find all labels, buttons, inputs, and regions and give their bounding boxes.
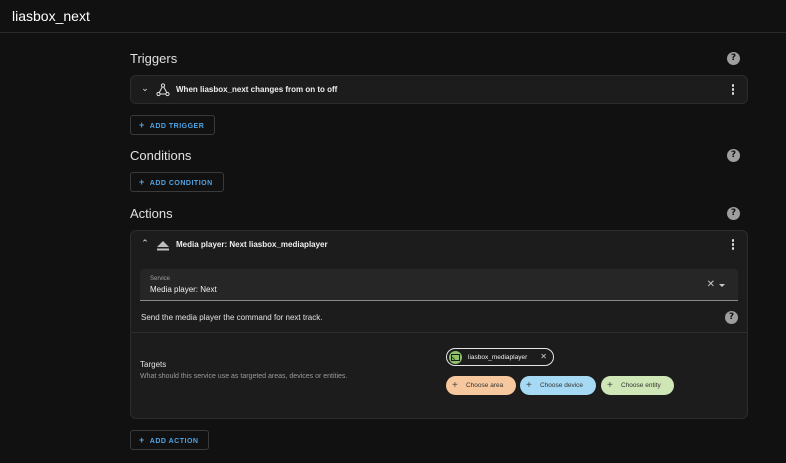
chevron-down-icon[interactable]: ⌄ xyxy=(140,84,150,94)
triggers-heading: Triggers xyxy=(130,51,178,66)
choose-entity-label: Choose entity xyxy=(621,382,661,389)
actions-heading: Actions xyxy=(130,206,173,221)
plus-icon: + xyxy=(139,177,145,187)
help-circle-icon[interactable]: ? xyxy=(727,207,740,220)
choose-area-label: Choose area xyxy=(466,382,504,389)
service-value: Media player: Next xyxy=(150,285,217,294)
more-vertical-icon[interactable] xyxy=(731,239,735,251)
service-label: Service xyxy=(150,276,171,282)
targets-title: Targets xyxy=(140,360,167,369)
add-action-button[interactable]: + ADD ACTION xyxy=(130,430,210,450)
plus-icon: + xyxy=(526,380,532,391)
add-condition-button[interactable]: + ADD CONDITION xyxy=(130,172,224,192)
help-circle-icon[interactable]: ? xyxy=(727,149,740,162)
trigger-card-header[interactable]: ⌄ When liasbox_next changes from on to o… xyxy=(131,76,747,104)
add-condition-label: ADD CONDITION xyxy=(149,180,213,187)
choose-device-button[interactable]: + Choose device xyxy=(520,376,596,395)
help-circle-icon[interactable]: ? xyxy=(725,311,738,324)
trigger-title: When liasbox_next changes from on to off xyxy=(176,85,338,94)
plus-icon: + xyxy=(607,380,613,391)
caret-down-icon[interactable] xyxy=(719,284,725,287)
selected-entity-chip[interactable]: liasbox_mediaplayer ✕ xyxy=(446,348,554,366)
chevron-up-icon[interactable]: ⌃ xyxy=(140,239,150,249)
trigger-card[interactable]: ⌄ When liasbox_next changes from on to o… xyxy=(130,75,748,104)
add-trigger-button[interactable]: + ADD TRIGGER xyxy=(130,115,216,135)
top-app-bar: liasbox_next xyxy=(0,0,786,33)
state-trigger-icon xyxy=(156,83,170,97)
close-icon[interactable]: ✕ xyxy=(540,352,547,362)
app-title: liasbox_next xyxy=(12,8,90,24)
cast-icon xyxy=(449,351,462,364)
choose-area-button[interactable]: + Choose area xyxy=(446,376,516,395)
add-trigger-label: ADD TRIGGER xyxy=(149,123,205,130)
plus-icon: + xyxy=(139,435,145,445)
close-icon[interactable]: ✕ xyxy=(707,279,715,291)
targets-subtitle: What should this service use as targeted… xyxy=(140,373,348,380)
divider xyxy=(131,332,747,333)
service-description: Send the media player the command for ne… xyxy=(141,313,323,322)
choose-device-label: Choose device xyxy=(540,382,583,389)
help-circle-icon[interactable]: ? xyxy=(727,52,740,65)
media-eject-icon xyxy=(157,241,169,251)
plus-icon: + xyxy=(139,120,145,130)
choose-entity-button[interactable]: + Choose entity xyxy=(601,376,674,395)
add-action-label: ADD ACTION xyxy=(149,438,199,445)
conditions-heading: Conditions xyxy=(130,148,192,163)
plus-icon: + xyxy=(452,380,458,391)
more-vertical-icon[interactable] xyxy=(731,84,735,96)
service-select[interactable]: Service Media player: Next ✕ xyxy=(140,269,738,301)
action-card-header[interactable]: ⌃ Media player: Next liasbox_mediaplayer xyxy=(131,231,747,259)
selected-entity-label: liasbox_mediaplayer xyxy=(468,354,528,361)
action-title: Media player: Next liasbox_mediaplayer xyxy=(176,240,328,249)
